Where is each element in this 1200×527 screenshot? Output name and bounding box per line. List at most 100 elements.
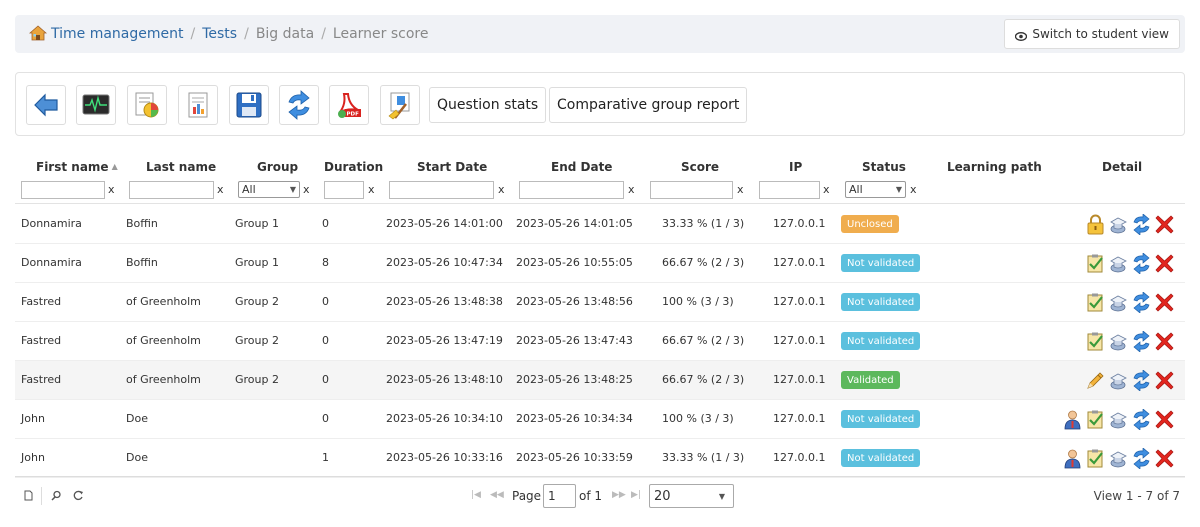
hat-icon[interactable] (1108, 292, 1129, 313)
lock-icon[interactable] (1085, 214, 1106, 235)
first-name-cell: Donnamira (21, 217, 82, 230)
search-icon[interactable] (51, 490, 62, 501)
clear-filter-button[interactable]: x (628, 183, 635, 196)
clear-filter-button[interactable]: x (498, 183, 505, 196)
score-cell: 66.67 % (2 / 3) (662, 256, 745, 269)
home-icon[interactable] (28, 25, 48, 41)
check-clipboard-icon[interactable] (1085, 292, 1106, 313)
reload-icon[interactable] (73, 490, 84, 501)
filter-row: x x All ▼ x x x x x x All ▼ x (15, 180, 1185, 204)
refresh-icon[interactable] (1131, 330, 1152, 353)
prev-page-icon[interactable]: ◀◀ (490, 490, 504, 500)
hat-icon[interactable] (1108, 409, 1129, 430)
question-stats-button[interactable]: Question stats (429, 87, 547, 123)
results-chart-button[interactable] (127, 85, 167, 125)
table-row[interactable]: Donnamira Boffin Group 1 0 2023-05-26 14:01:… (15, 205, 1185, 244)
clear-filter-button[interactable]: x (108, 183, 115, 196)
refresh-icon[interactable] (1131, 369, 1152, 392)
breadcrumb-tests[interactable]: Tests (202, 26, 237, 42)
delete-icon[interactable] (1154, 214, 1175, 235)
hat-icon[interactable] (1108, 370, 1129, 391)
refresh-icon[interactable] (1131, 213, 1152, 236)
col-header-end-date[interactable]: End Date (551, 160, 612, 174)
refresh-button[interactable] (279, 85, 319, 125)
pencil-icon[interactable] (1085, 370, 1106, 391)
back-button[interactable] (26, 85, 66, 125)
clear-filter-button[interactable]: x (737, 183, 744, 196)
row-actions (1062, 447, 1175, 470)
clear-filter-button[interactable]: x (303, 183, 310, 196)
col-header-detail: Detail (1102, 160, 1143, 174)
user-icon[interactable] (1062, 448, 1083, 469)
comparative-group-report-button[interactable]: Comparative group report (549, 87, 748, 123)
table-row[interactable]: Donnamira Boffin Group 1 8 2023-05-26 10:47:… (15, 244, 1185, 283)
col-header-start-date[interactable]: Start Date (417, 160, 487, 174)
monitor-button[interactable] (76, 85, 116, 125)
end-date-filter-input[interactable] (519, 181, 624, 199)
clear-filter-button[interactable]: x (217, 183, 224, 196)
col-header-first-name[interactable]: First name ▲ (36, 160, 118, 174)
new-document-icon[interactable] (23, 490, 34, 501)
check-clipboard-icon[interactable] (1085, 253, 1106, 274)
pdf-export-button[interactable]: PDF (329, 85, 369, 125)
clean-results-button[interactable] (380, 85, 420, 125)
col-header-last-name[interactable]: Last name (146, 160, 216, 174)
last-name-filter-input[interactable] (129, 181, 214, 199)
group-filter-select[interactable]: All ▼ (238, 181, 300, 198)
refresh-icon[interactable] (1131, 291, 1152, 314)
breadcrumb-time-management[interactable]: Time management (51, 26, 184, 42)
clear-filter-button[interactable]: x (823, 183, 830, 196)
delete-icon[interactable] (1154, 253, 1175, 274)
table-row[interactable]: John Doe 0 2023-05-26 10:34:10 2023-05-26 10… (15, 400, 1185, 439)
hat-icon[interactable] (1108, 214, 1129, 235)
check-clipboard-icon[interactable] (1085, 448, 1106, 469)
refresh-icon[interactable] (1131, 447, 1152, 470)
refresh-icon[interactable] (1131, 252, 1152, 275)
table-row[interactable]: John Doe 1 2023-05-26 10:33:16 2023-05-26 10… (15, 439, 1185, 478)
delete-icon[interactable] (1154, 331, 1175, 352)
col-header-score[interactable]: Score (681, 160, 719, 174)
col-header-ip[interactable]: IP (789, 160, 802, 174)
delete-icon[interactable] (1154, 370, 1175, 391)
first-name-filter-input[interactable] (21, 181, 105, 199)
delete-icon[interactable] (1154, 448, 1175, 469)
hat-icon[interactable] (1108, 448, 1129, 469)
start-date-filter-input[interactable] (389, 181, 494, 199)
refresh-icon[interactable] (1131, 408, 1152, 431)
duration-filter-input[interactable] (324, 181, 364, 199)
col-header-status[interactable]: Status (862, 160, 906, 174)
start-date-cell: 2023-05-26 10:33:16 (386, 451, 503, 464)
delete-icon[interactable] (1154, 409, 1175, 430)
col-header-group[interactable]: Group (257, 160, 298, 174)
chevron-down-icon: ▼ (718, 491, 725, 501)
ip-filter-input[interactable] (759, 181, 820, 199)
col-header-duration[interactable]: Duration (324, 160, 383, 174)
clear-filter-button[interactable]: x (368, 183, 375, 196)
delete-icon[interactable] (1154, 292, 1175, 313)
report-button[interactable] (178, 85, 218, 125)
duration-cell: 0 (322, 217, 329, 230)
table-row[interactable]: Fastred of Greenholm Group 2 0 2023-05-26 13… (15, 322, 1185, 361)
table-row[interactable]: Fastred of Greenholm Group 2 0 2023-05-26 13… (15, 361, 1185, 400)
hat-icon[interactable] (1108, 253, 1129, 274)
page-number-input[interactable]: 1 (543, 484, 576, 508)
save-button[interactable] (229, 85, 269, 125)
hat-icon[interactable] (1108, 331, 1129, 352)
check-clipboard-icon[interactable] (1085, 409, 1106, 430)
user-icon[interactable] (1062, 409, 1083, 430)
last-page-icon[interactable]: ▶| (631, 490, 641, 500)
status-filter-select[interactable]: All ▼ (845, 181, 906, 198)
group-cell: Group 2 (235, 373, 279, 386)
first-page-icon[interactable]: |◀ (471, 490, 481, 500)
clear-filter-button[interactable]: x (910, 183, 917, 196)
table-row[interactable]: Fastred of Greenholm Group 2 0 2023-05-26 13… (15, 283, 1185, 322)
rows-per-page-select[interactable]: 20 ▼ (649, 484, 734, 508)
row-actions (1085, 213, 1175, 236)
duration-cell: 0 (322, 373, 329, 386)
next-page-icon[interactable]: ▶▶ (612, 490, 626, 500)
switch-to-student-view-button[interactable]: Switch to student view (1004, 19, 1180, 49)
check-clipboard-icon[interactable] (1085, 331, 1106, 352)
score-filter-input[interactable] (650, 181, 733, 199)
status-badge: Not validated (841, 293, 921, 311)
col-header-learning-path: Learning path (947, 160, 1042, 174)
